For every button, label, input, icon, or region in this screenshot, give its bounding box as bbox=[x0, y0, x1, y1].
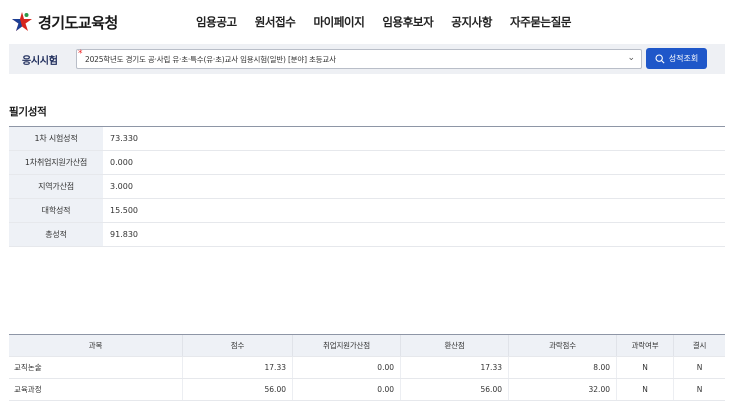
row-value: 73.330 bbox=[110, 134, 138, 143]
subject-score-table: 과목 점수 취업지원가산점 환산점 과락점수 과락여부 결시 교직논술 17.3… bbox=[9, 334, 725, 401]
col-header-absent: 결시 bbox=[692, 341, 707, 350]
gyeonggi-logo-icon bbox=[12, 12, 32, 31]
col-header-bonus: 취업지원가산점 bbox=[293, 335, 401, 356]
col-header-cutoff: 과락점수 bbox=[509, 335, 617, 356]
cell-cutoff: 8.00 bbox=[509, 357, 617, 378]
top-header: 경기도교육청 임용공고 원서접수 마이페이지 임용후보자 공지사항 자주묻는질문 bbox=[0, 0, 743, 44]
row-label: 1차 시험성적 bbox=[9, 127, 103, 150]
written-score-table: 1차 시험성적 73.330 1차취업지원가산점 0.000 지역가산점 3.0… bbox=[9, 126, 725, 247]
score-search-label: 성적조회 bbox=[668, 54, 699, 63]
cell-subject: 교육과정 bbox=[9, 379, 183, 400]
table-row: 1차취업지원가산점 0.000 bbox=[9, 151, 725, 175]
col-header-converted: 환산점 bbox=[401, 335, 509, 356]
score-search-button[interactable]: 성적조회 bbox=[646, 48, 707, 69]
table-row: 교직논술 17.33 0.00 17.33 8.00 N N bbox=[9, 357, 725, 379]
cell-fail: N bbox=[617, 379, 674, 400]
row-value: 91.830 bbox=[110, 230, 138, 239]
col-header-subject: 과목 bbox=[9, 335, 183, 356]
col-header-score: 점수 bbox=[183, 335, 293, 356]
nav-application[interactable]: 원서접수 bbox=[255, 14, 296, 30]
row-label: 대학성적 bbox=[9, 199, 103, 222]
table-row: 지역가산점 3.000 bbox=[9, 175, 725, 199]
nav-recruit-notice[interactable]: 임용공고 bbox=[196, 14, 237, 30]
row-value: 15.500 bbox=[110, 206, 138, 215]
exam-selection-bar: 응시시험 * 2025학년도 경기도 공·사립 유·초·특수(유·초)교사 임용… bbox=[9, 44, 725, 74]
exam-select[interactable]: * 2025학년도 경기도 공·사립 유·초·특수(유·초)교사 임용시험(일반… bbox=[76, 49, 642, 69]
table-header: 과목 점수 취업지원가산점 환산점 과락점수 과락여부 결시 bbox=[9, 335, 725, 357]
cell-bonus: 0.00 bbox=[293, 379, 401, 400]
table-row: 대학성적 15.500 bbox=[9, 199, 725, 223]
row-label: 1차취업지원가산점 bbox=[9, 151, 103, 174]
cell-absent: N bbox=[696, 385, 703, 394]
nav-faq[interactable]: 자주묻는질문 bbox=[510, 14, 571, 30]
cell-fail: N bbox=[617, 357, 674, 378]
cell-converted: 17.33 bbox=[401, 357, 509, 378]
col-header-fail: 과락여부 bbox=[617, 335, 674, 356]
nav-notices[interactable]: 공지사항 bbox=[451, 14, 492, 30]
table-row: 총성적 91.830 bbox=[9, 223, 725, 247]
cell-score: 17.33 bbox=[183, 357, 293, 378]
main-nav: 임용공고 원서접수 마이페이지 임용후보자 공지사항 자주묻는질문 bbox=[196, 14, 589, 30]
table-row: 1차 시험성적 73.330 bbox=[9, 127, 725, 151]
row-label: 지역가산점 bbox=[9, 175, 103, 198]
logo[interactable]: 경기도교육청 bbox=[10, 9, 118, 35]
nav-candidates[interactable]: 임용후보자 bbox=[382, 14, 433, 30]
cell-subject: 교직논술 bbox=[9, 357, 183, 378]
search-icon bbox=[655, 53, 665, 64]
required-mark: * bbox=[78, 49, 83, 59]
cell-bonus: 0.00 bbox=[293, 357, 401, 378]
cell-cutoff: 32.00 bbox=[509, 379, 617, 400]
table-row: 교육과정 56.00 0.00 56.00 32.00 N N bbox=[9, 379, 725, 401]
cell-absent: N bbox=[696, 363, 703, 372]
section-title-written: 필기성적 bbox=[9, 106, 47, 118]
exam-select-value: 2025학년도 경기도 공·사립 유·초·특수(유·초)교사 임용시험(일반) … bbox=[85, 55, 336, 64]
chevron-down-icon: ⌄ bbox=[627, 53, 635, 63]
row-label: 총성적 bbox=[9, 223, 103, 246]
logo-text: 경기도교육청 bbox=[38, 13, 118, 32]
exam-label: 응시시험 bbox=[22, 56, 58, 67]
cell-converted: 56.00 bbox=[401, 379, 509, 400]
cell-score: 56.00 bbox=[183, 379, 293, 400]
row-value: 0.000 bbox=[110, 158, 133, 167]
row-value: 3.000 bbox=[110, 182, 133, 191]
nav-mypage[interactable]: 마이페이지 bbox=[313, 14, 364, 30]
